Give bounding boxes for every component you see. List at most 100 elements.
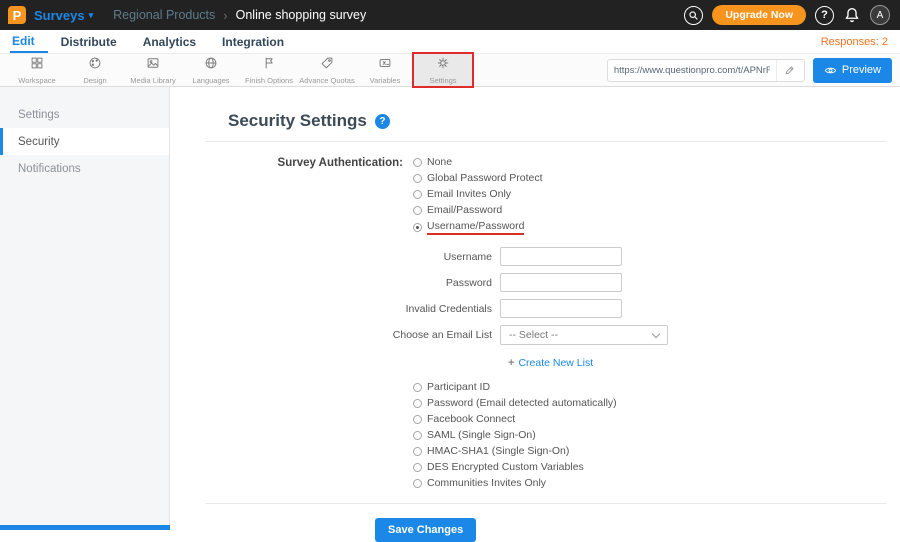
- toolbar-item-variables[interactable]: Variables: [356, 54, 414, 86]
- username-label: Username: [443, 250, 492, 263]
- radio-label: HMAC-SHA1 (Single Sign-On): [427, 445, 570, 457]
- tab-integration[interactable]: Integration: [209, 30, 297, 53]
- toolbar-item-languages[interactable]: Languages: [182, 54, 240, 86]
- radio-option-username-password[interactable]: Username/Password: [413, 220, 543, 235]
- sidebar-item-settings[interactable]: Settings: [0, 101, 169, 128]
- invalid-credentials-label: Invalid Credentials: [405, 302, 492, 315]
- toolbar-item-label: Advance Quotas: [299, 75, 355, 85]
- top-bar-right: Upgrade Now ? A: [684, 5, 890, 25]
- radio-option-communities-invites[interactable]: Communities Invites Only: [413, 477, 886, 489]
- bottom-blue-strip: [0, 525, 170, 530]
- product-switcher[interactable]: Surveys ▾: [34, 8, 93, 23]
- caret-down-icon: ▾: [88, 10, 94, 20]
- toolbar-item-workspace[interactable]: Workspace: [8, 54, 66, 86]
- save-row: Save Changes: [375, 518, 886, 542]
- radio-icon[interactable]: [413, 430, 422, 440]
- edit-url-pencil-icon[interactable]: [775, 59, 802, 81]
- edit-toolbar: Workspace Design Media Library Languages…: [0, 52, 900, 88]
- radio-icon[interactable]: [413, 189, 422, 199]
- radio-icon[interactable]: [413, 205, 422, 215]
- radio-icon[interactable]: [413, 462, 422, 472]
- radio-option-none[interactable]: None: [413, 156, 543, 168]
- radio-label: Email/Password: [427, 204, 503, 216]
- password-input[interactable]: [500, 273, 622, 292]
- advance-quotas-icon: [320, 56, 334, 75]
- radio-option-hmac-sha1[interactable]: HMAC-SHA1 (Single Sign-On): [413, 445, 886, 457]
- divider-bottom: [205, 503, 886, 504]
- search-icon[interactable]: [684, 5, 704, 25]
- breadcrumb-current: Online shopping survey: [235, 8, 367, 22]
- radio-label: Communities Invites Only: [427, 477, 547, 489]
- upgrade-now-button[interactable]: Upgrade Now: [712, 5, 806, 25]
- responses-count[interactable]: Responses: 2: [821, 36, 888, 48]
- finish-options-icon: [262, 56, 276, 75]
- main-nav: Edit Distribute Analytics Integration Re…: [0, 30, 900, 53]
- credential-fields: Username Password Invalid Credentials Ch…: [205, 247, 886, 345]
- create-new-list-link[interactable]: + Create New List: [508, 357, 593, 369]
- toolbar-item-finish-options[interactable]: Finish Options: [240, 54, 298, 86]
- toolbar-item-advance-quotas[interactable]: Advance Quotas: [298, 54, 356, 86]
- radio-option-password-auto[interactable]: Password (Email detected automatically): [413, 397, 886, 409]
- radio-option-participant-id[interactable]: Participant ID: [413, 381, 886, 393]
- save-changes-button[interactable]: Save Changes: [375, 518, 477, 542]
- create-new-list-label: Create New List: [518, 357, 594, 369]
- radio-icon[interactable]: [413, 157, 422, 167]
- radio-icon[interactable]: [413, 382, 422, 392]
- divider-top: [205, 141, 886, 142]
- radio-label: Email Invites Only: [427, 188, 512, 200]
- notifications-bell-icon[interactable]: [843, 6, 861, 24]
- survey-url-input[interactable]: [607, 64, 776, 76]
- survey-authentication-row: Survey Authentication: None Global Passw…: [205, 156, 886, 235]
- languages-icon: [204, 56, 218, 75]
- invalid-credentials-input[interactable]: [500, 299, 622, 318]
- radio-label: Password (Email detected automatically): [427, 397, 617, 409]
- email-list-select[interactable]: -- Select --: [500, 325, 668, 345]
- radio-label-annotated: Username/Password: [427, 220, 525, 235]
- radio-icon[interactable]: [413, 478, 422, 488]
- user-avatar[interactable]: A: [870, 5, 890, 25]
- tab-analytics[interactable]: Analytics: [130, 30, 209, 53]
- toolbar-item-label: Languages: [192, 75, 230, 85]
- username-input[interactable]: [500, 247, 622, 266]
- tab-edit[interactable]: Edit: [10, 30, 48, 53]
- sidebar-item-security[interactable]: Security: [0, 128, 169, 155]
- radio-option-global-password[interactable]: Global Password Protect: [413, 172, 543, 184]
- settings-gear-icon: [436, 56, 450, 75]
- tab-distribute[interactable]: Distribute: [48, 30, 130, 53]
- design-icon: [88, 56, 102, 75]
- email-list-label: Choose an Email List: [392, 329, 492, 341]
- preview-label: Preview: [841, 64, 881, 76]
- breadcrumb-separator-icon: ›: [223, 7, 228, 23]
- eye-icon: [824, 64, 837, 77]
- more-auth-options-group: Participant ID Password (Email detected …: [413, 381, 886, 489]
- questionpro-logo[interactable]: P: [8, 6, 26, 24]
- toolbar-item-label: Media Library: [130, 75, 176, 85]
- radio-option-saml[interactable]: SAML (Single Sign-On): [413, 429, 886, 441]
- help-icon[interactable]: ?: [815, 5, 834, 25]
- toolbar-item-design[interactable]: Design: [66, 54, 124, 86]
- radio-option-email-password[interactable]: Email/Password: [413, 204, 543, 216]
- radio-icon[interactable]: [413, 446, 422, 456]
- toolbar-item-settings[interactable]: Settings: [412, 52, 474, 88]
- title-row: Security Settings ?: [228, 111, 886, 131]
- plus-icon: +: [508, 357, 515, 369]
- preview-button[interactable]: Preview: [812, 57, 892, 83]
- title-help-icon[interactable]: ?: [374, 113, 390, 129]
- top-bar-left: P Surveys ▾ Regional Products › Online s…: [8, 6, 366, 24]
- toolbar-item-label: Design: [83, 75, 107, 85]
- radio-option-email-invites[interactable]: Email Invites Only: [413, 188, 543, 200]
- radio-icon-selected[interactable]: [413, 223, 422, 232]
- radio-icon[interactable]: [413, 173, 422, 183]
- toolbar-item-label: Workspace: [18, 75, 56, 85]
- username-row: Username: [205, 247, 886, 266]
- radio-option-des-encrypted[interactable]: DES Encrypted Custom Variables: [413, 461, 886, 473]
- top-bar: P Surveys ▾ Regional Products › Online s…: [0, 0, 900, 30]
- radio-icon[interactable]: [413, 414, 422, 424]
- password-row: Password: [205, 273, 886, 292]
- breadcrumb-parent[interactable]: Regional Products: [113, 8, 215, 22]
- radio-icon[interactable]: [413, 398, 422, 408]
- toolbar-item-media-library[interactable]: Media Library: [124, 54, 182, 86]
- sidebar-item-notifications[interactable]: Notifications: [0, 155, 169, 182]
- radio-option-facebook-connect[interactable]: Facebook Connect: [413, 413, 886, 425]
- radio-label: Participant ID: [427, 381, 491, 393]
